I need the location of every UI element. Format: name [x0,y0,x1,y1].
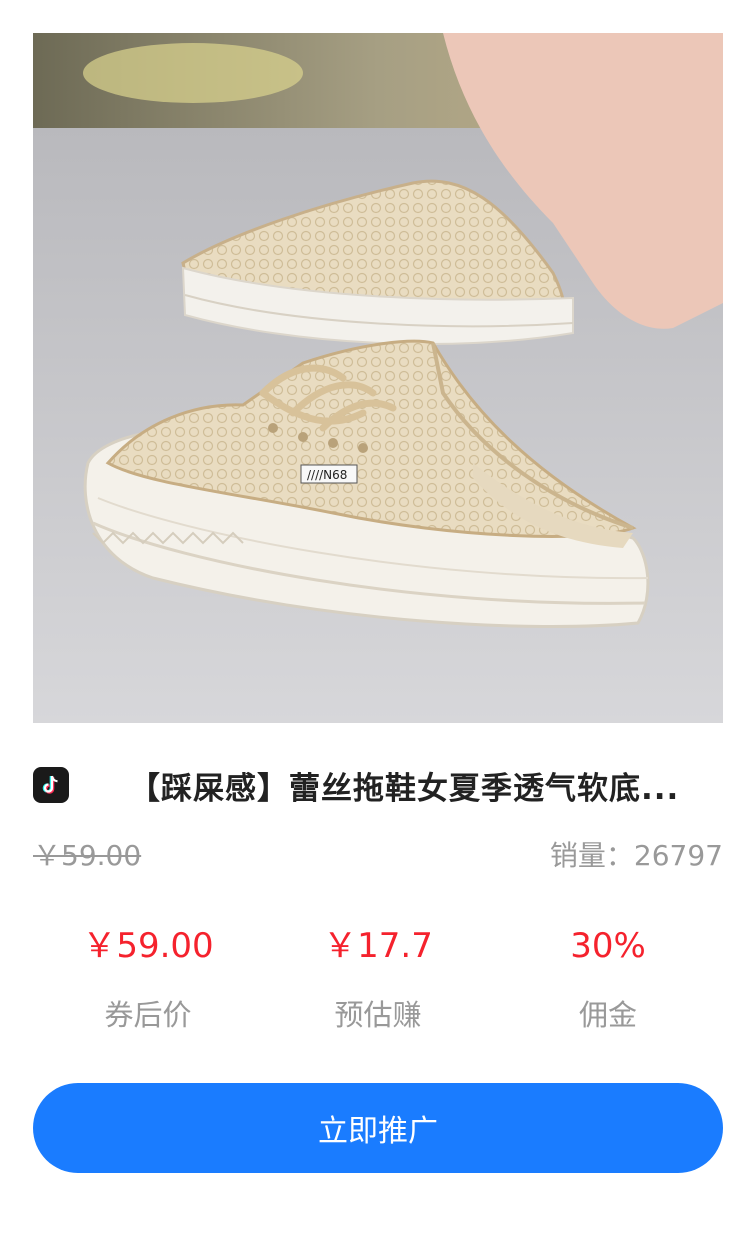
sales-info: 销量：26797 [550,834,723,874]
coupon-price-label: 券后价 [104,998,192,1032]
title-row: 【踩屎感】蕾丝拖鞋女夏季透气软底... [33,760,723,810]
sales-count: 26797 [633,839,723,872]
svg-text:////N68: ////N68 [307,468,347,482]
original-price: ￥59.00 [33,839,142,872]
estimated-earnings-label: 预估赚 [334,998,422,1032]
sales-label: 销量： [549,839,634,872]
stat-estimated-earnings: ￥17.7 预估赚 [263,920,493,1034]
coupon-price-value: ￥59.00 [82,926,214,966]
product-title[interactable]: 【踩屎感】蕾丝拖鞋女夏季透气软底... [129,763,723,808]
commission-value: 30% [570,926,646,966]
price-row: ￥59.00 销量：26797 [33,832,723,876]
stat-coupon-price: ￥59.00 券后价 [33,920,263,1034]
product-image[interactable]: ////N68 [33,33,723,723]
stat-commission: 30% 佣金 [493,920,723,1034]
product-card: ////N68 【踩屎感】蕾丝拖鞋女夏季透气软底... ￥59.00 销量：26… [0,0,756,1239]
commission-label: 佣金 [578,998,637,1032]
promote-now-button[interactable]: 立即推广 [33,1083,723,1173]
estimated-earnings-value: ￥17.7 [323,926,433,966]
douyin-icon [33,767,69,803]
stats-row: ￥59.00 券后价 ￥17.7 预估赚 30% 佣金 [33,920,723,1040]
